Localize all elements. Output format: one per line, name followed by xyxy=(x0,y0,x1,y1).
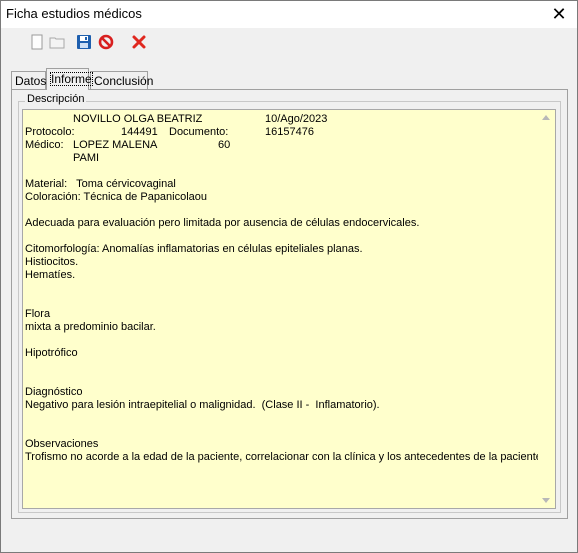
open-folder-icon xyxy=(49,37,65,49)
diagnostico-title: Diagnóstico xyxy=(25,386,83,398)
report-date: 10/Ago/2023 xyxy=(265,113,328,125)
hipotrofico-line: Hipotrófico xyxy=(25,347,78,359)
title-bar: Ficha estudios médicos ✕ xyxy=(1,1,577,28)
protocolo-value: 144491 xyxy=(121,126,158,138)
material-line: Material: Toma cérvicovaginal xyxy=(25,178,176,190)
delete-icon xyxy=(132,35,146,49)
tab-informe[interactable]: Informe xyxy=(46,68,93,90)
report-textarea[interactable]: NOVILLO OLGA BEATRIZ 10/Ago/2023 Protoco… xyxy=(22,109,556,509)
documento-label: Documento: xyxy=(169,126,229,138)
cancel-icon xyxy=(98,34,114,50)
flora-title: Flora xyxy=(25,308,51,320)
coloracion-line: Coloración: Técnica de Papanicolaou xyxy=(25,191,208,203)
cobertura: PAMI xyxy=(73,152,100,164)
tab-label: Conclusión xyxy=(94,74,154,88)
tab-label: Datos xyxy=(15,74,47,88)
tab-panel-informe: Descripción NOVILLO OLGA BEATRIZ 10/Ago/… xyxy=(11,89,568,519)
diagnostico-text: Negativo para lesión intraepitelial o ma… xyxy=(25,399,380,411)
cancel-button[interactable] xyxy=(96,32,116,52)
documento-value: 16157476 xyxy=(265,126,314,138)
delete-button[interactable] xyxy=(129,32,149,52)
descripcion-group: Descripción NOVILLO OLGA BEATRIZ 10/Ago/… xyxy=(18,93,561,513)
patient-name: NOVILLO OLGA BEATRIZ xyxy=(73,113,203,125)
toolbar xyxy=(1,28,577,56)
open-folder-button[interactable] xyxy=(47,32,67,52)
group-label: Descripción xyxy=(25,93,87,105)
vertical-scrollbar[interactable] xyxy=(538,110,555,508)
adequacy-line: Adecuada para evaluación pero limitada p… xyxy=(25,217,420,229)
save-button[interactable] xyxy=(74,32,94,52)
tab-conclusion[interactable]: Conclusión xyxy=(90,71,153,89)
citomorfologia-line: Citomorfología: Anomalías inflamatorias … xyxy=(25,243,363,255)
close-icon: ✕ xyxy=(551,4,567,24)
tab-label: Informe xyxy=(50,72,93,86)
scroll-down-icon[interactable] xyxy=(542,498,550,503)
observaciones-text: Trofismo no acorde a la edad de la pacie… xyxy=(25,451,542,463)
report-content: NOVILLO OLGA BEATRIZ 10/Ago/2023 Protoco… xyxy=(25,113,542,464)
medico-value: LOPEZ MALENA xyxy=(73,139,158,151)
close-button[interactable]: ✕ xyxy=(541,1,577,28)
dialog-window: Ficha estudios médicos ✕ Datos Informe C… xyxy=(0,0,578,553)
protocolo-label: Protocolo: xyxy=(25,126,75,138)
hematies-line: Hematíes. xyxy=(25,269,76,281)
observaciones-title: Observaciones xyxy=(25,438,99,450)
new-document-button[interactable] xyxy=(27,32,47,52)
new-document-icon xyxy=(31,34,43,50)
window-title: Ficha estudios médicos xyxy=(6,6,142,21)
scroll-up-icon[interactable] xyxy=(542,115,550,120)
medico-code: 60 xyxy=(218,139,231,151)
histiocitos-line: Histiocitos. xyxy=(25,256,79,268)
flora-text: mixta a predominio bacilar. xyxy=(25,321,156,333)
save-icon xyxy=(77,35,91,49)
medico-label: Médico: xyxy=(25,139,64,151)
tab-datos[interactable]: Datos xyxy=(11,71,46,89)
